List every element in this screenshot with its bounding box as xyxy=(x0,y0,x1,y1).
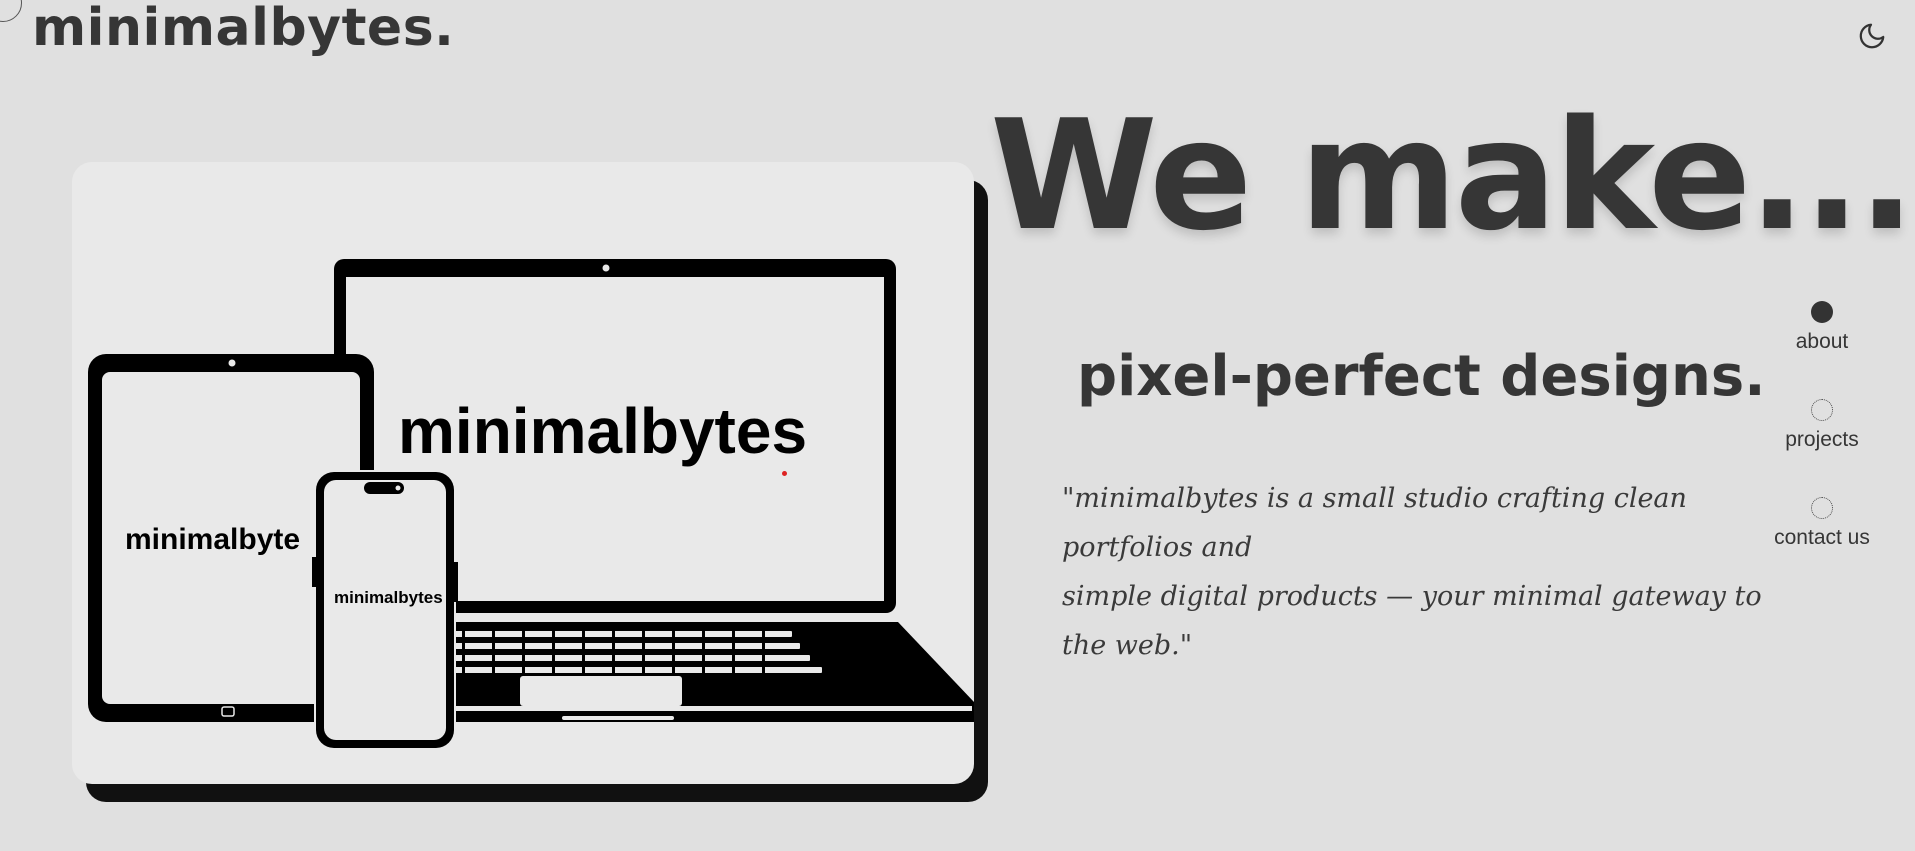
hero-title: We make... xyxy=(990,87,1915,264)
hero-subtitle: pixel-perfect designs. xyxy=(1077,344,1766,409)
devices-illustration: minimalbytes minimalbyte minimalbytes xyxy=(88,259,974,750)
quote-line-2: simple digital products — your minimal g… xyxy=(1062,581,1762,661)
quote-line-1: "minimalbytes is a small studio crafting… xyxy=(1062,483,1687,563)
cursor-ring xyxy=(0,0,22,22)
hero-quote: "minimalbytes is a small studio crafting… xyxy=(1062,474,1762,670)
nav-label-contact-us: contact us xyxy=(1774,526,1870,549)
side-nav: about projects contact us xyxy=(1760,298,1884,592)
nav-dot-contact-us xyxy=(1810,497,1833,519)
theme-toggle-button[interactable] xyxy=(1856,20,1888,52)
nav-item-about[interactable]: about xyxy=(1795,298,1849,396)
nav-dot-projects xyxy=(1811,399,1833,421)
nav-label-projects: projects xyxy=(1785,428,1859,451)
tablet-screen-text: minimalbyte xyxy=(125,523,300,556)
moon-icon xyxy=(1859,23,1885,49)
laptop-screen-text: minimalbytes xyxy=(398,395,807,467)
nav-dot-about xyxy=(1811,301,1833,323)
phone-screen-text: minimalbytes xyxy=(334,588,443,607)
nav-item-projects[interactable]: projects xyxy=(1785,396,1859,494)
nav-item-contact-us[interactable]: contact us xyxy=(1774,494,1870,592)
red-dot xyxy=(782,471,787,476)
nav-label-about: about xyxy=(1795,330,1849,353)
site-logo[interactable]: minimalbytes. xyxy=(32,0,454,58)
devices-card: minimalbytes minimalbyte minimalbytes xyxy=(72,162,974,784)
